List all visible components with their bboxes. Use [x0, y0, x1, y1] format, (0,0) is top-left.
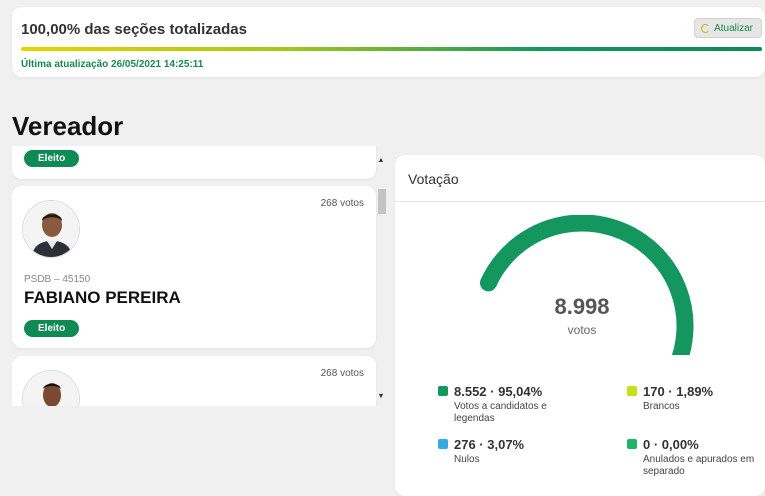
section-title: Vereador [12, 111, 124, 141]
total-votes-value: 8.998 [554, 294, 610, 319]
votacao-card: Votação 8.998 votos 8.552 · 95,04% Votos… [395, 155, 765, 496]
totalization-title: 100,00% das seções totalizadas [21, 21, 247, 38]
candidate-party-number: PSDB – 45150 [24, 274, 91, 285]
candidate-votes: 268 votos [320, 368, 364, 379]
candidates-scrollbar[interactable]: ▲ ▼ [377, 157, 386, 400]
elected-badge: Eleito [24, 320, 80, 337]
candidate-votes: 268 votos [320, 198, 364, 209]
totalization-progress-bar [21, 47, 762, 51]
last-update-text: Última atualização 26/05/2021 14:25:11 [21, 59, 204, 70]
legend-label: Nulos [454, 454, 480, 465]
scroll-thumb[interactable] [378, 189, 386, 214]
gauge-end-cap [479, 274, 497, 292]
refresh-button[interactable]: Atualizar [694, 18, 762, 38]
legend-label: Brancos [643, 401, 680, 412]
refresh-icon [701, 23, 711, 33]
legend-value: 0 · 0,00% [643, 437, 699, 452]
candidates-list[interactable]: Eleito 268 votos PSDB – 45150 FABIANO PE… [12, 146, 388, 406]
refresh-button-label: Atualizar [714, 22, 753, 34]
candidate-name: FABIANO PEREIRA [24, 288, 181, 307]
candidate-photo [22, 200, 80, 258]
scroll-up-arrow-icon[interactable]: ▲ [377, 157, 385, 164]
legend-label: Votos a candidatos e legendas [454, 401, 547, 424]
legend-swatch [627, 439, 637, 449]
legend-swatch [438, 439, 448, 449]
scroll-down-arrow-icon[interactable]: ▼ [377, 393, 385, 400]
votacao-title: Votação [408, 171, 459, 187]
candidate-photo-image [23, 371, 79, 406]
progress-fill [21, 47, 762, 51]
candidate-card[interactable]: Eleito [12, 146, 376, 179]
elected-badge: Eleito [24, 150, 80, 167]
candidate-photo [22, 370, 80, 406]
candidate-photo-image [23, 201, 79, 257]
legend-swatch [627, 386, 637, 396]
candidate-card[interactable]: 268 votos PSDB – 45150 FABIANO PEREIRA E… [12, 186, 376, 348]
total-votes-unit: votos [567, 323, 597, 337]
legend-label: Anulados e apurados em separado [643, 454, 755, 477]
legend-value: 170 · 1,89% [643, 384, 714, 399]
legend-value: 8.552 · 95,04% [454, 384, 543, 399]
candidate-card[interactable]: 268 votos [12, 356, 376, 406]
totalization-status-card: 100,00% das seções totalizadas Atualizar… [12, 7, 765, 77]
legend-value: 276 · 3,07% [454, 437, 525, 452]
legend-swatch [438, 386, 448, 396]
divider [395, 201, 765, 202]
